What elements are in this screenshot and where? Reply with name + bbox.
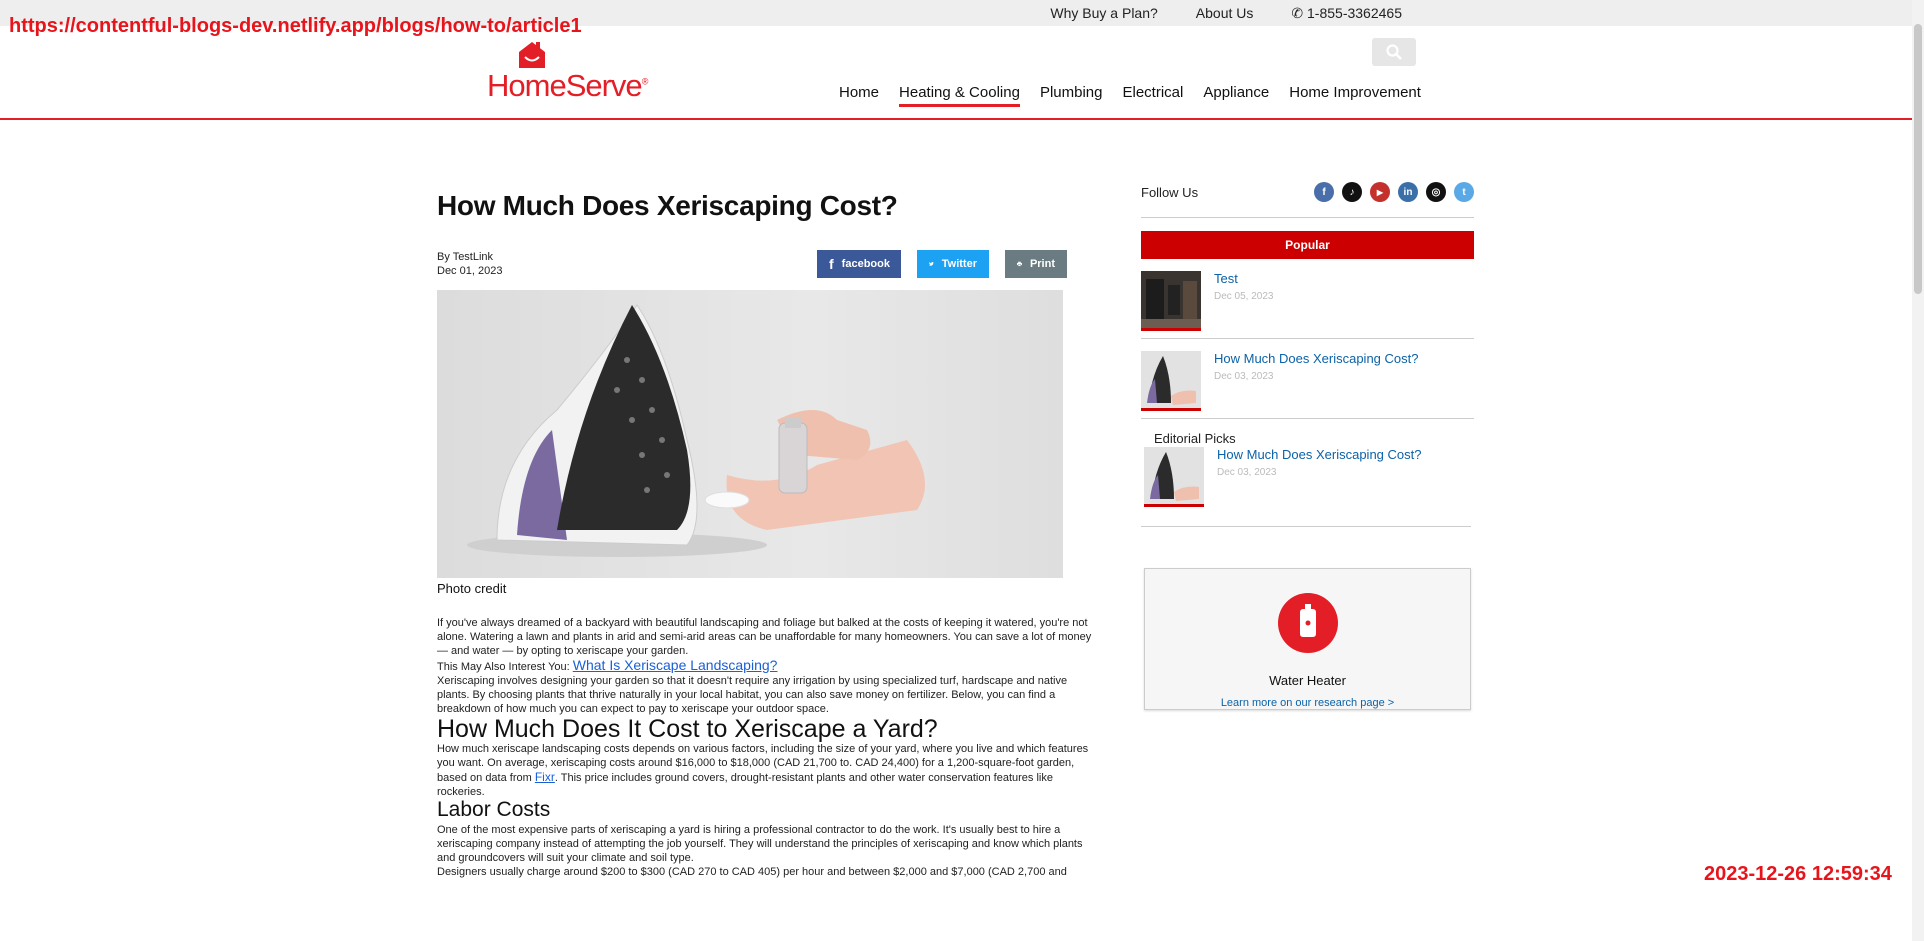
- editorial-item-date: Dec 03, 2023: [1217, 467, 1277, 478]
- popular-item-title[interactable]: Test: [1214, 271, 1238, 286]
- printer-icon: [1017, 261, 1022, 267]
- linkedin-icon[interactable]: in: [1398, 182, 1418, 202]
- page: https://contentful-blogs-dev.netlify.app…: [0, 0, 1924, 941]
- hero-image-steam-iron: [437, 290, 1063, 578]
- article-body: If you've always dreamed of a backyard w…: [437, 616, 1102, 879]
- nav-electrical[interactable]: Electrical: [1122, 84, 1183, 107]
- share-facebook-label: facebook: [841, 258, 890, 270]
- subsection-heading: Labor Costs: [437, 798, 551, 821]
- article-title: How Much Does Xeriscaping Cost?: [437, 190, 898, 221]
- editorial-item-title[interactable]: How Much Does Xeriscaping Cost?: [1217, 447, 1421, 462]
- sidebar: Follow Us f ♪ ▶ in ◎ t Popular Test Dec …: [1141, 180, 1474, 710]
- facebook-icon[interactable]: f: [1314, 182, 1334, 202]
- instagram-icon[interactable]: ◎: [1426, 182, 1446, 202]
- popular-item-title[interactable]: How Much Does Xeriscaping Cost?: [1214, 351, 1418, 366]
- editorial-picks: Editorial Picks How Much Does Xeriscapin…: [1141, 431, 1471, 527]
- popular-item[interactable]: Test Dec 05, 2023: [1141, 259, 1474, 339]
- paragraph: One of the most expensive parts of xeris…: [437, 824, 1083, 864]
- share-twitter-button[interactable]: Twitter: [917, 250, 989, 278]
- also-interest-prefix: This May Also Interest You:: [437, 661, 573, 673]
- popular-thumbnail-iron: [1141, 351, 1201, 411]
- homeserve-logo[interactable]: HomeServe®: [487, 40, 648, 103]
- byline: By TestLink Dec 01, 2023: [437, 250, 502, 278]
- photo-credit: Photo credit: [437, 581, 507, 596]
- phone-link[interactable]: ✆ 1-855-3362465: [1291, 5, 1402, 22]
- timestamp-overlay: 2023-12-26 12:59:34: [1704, 863, 1892, 885]
- popular-item-date: Dec 05, 2023: [1214, 291, 1274, 302]
- search-icon: [1386, 44, 1402, 60]
- about-us-link[interactable]: About Us: [1196, 5, 1254, 22]
- section-heading: How Much Does It Cost to Xeriscape a Yar…: [437, 715, 938, 743]
- divider: [1141, 217, 1474, 218]
- author: By TestLink: [437, 251, 494, 263]
- scrollbar[interactable]: [1912, 0, 1924, 941]
- why-buy-plan-link[interactable]: Why Buy a Plan?: [1050, 5, 1157, 22]
- article: How Much Does Xeriscaping Cost? By TestL…: [437, 190, 1102, 878]
- popular-thumbnail-kitchen: [1141, 271, 1201, 331]
- water-heater-card[interactable]: Water Heater Learn more on our research …: [1144, 568, 1471, 710]
- youtube-icon[interactable]: ▶: [1370, 182, 1390, 202]
- follow-us: Follow Us f ♪ ▶ in ◎ t: [1141, 180, 1474, 204]
- nav-heating-cooling[interactable]: Heating & Cooling: [899, 84, 1020, 107]
- paragraph: If you've always dreamed of a backyard w…: [437, 617, 1092, 657]
- tiktok-icon[interactable]: ♪: [1342, 182, 1362, 202]
- fixr-link[interactable]: Fixr: [535, 770, 555, 784]
- twitter-icon[interactable]: t: [1454, 182, 1474, 202]
- share-buttons: f facebook Twitter Print: [817, 250, 1067, 278]
- share-twitter-label: Twitter: [941, 258, 977, 270]
- popular-item[interactable]: How Much Does Xeriscaping Cost? Dec 03, …: [1141, 339, 1474, 419]
- phone-number: 1-855-3362465: [1307, 5, 1402, 21]
- share-facebook-button[interactable]: f facebook: [817, 250, 901, 278]
- twitter-icon: [929, 261, 934, 266]
- social-icons: f ♪ ▶ in ◎ t: [1314, 182, 1474, 202]
- also-interest: This May Also Interest You: What Is Xeri…: [437, 658, 1102, 674]
- scrollbar-thumb[interactable]: [1914, 24, 1922, 294]
- card-title: Water Heater: [1269, 673, 1346, 688]
- popular-header: Popular: [1141, 231, 1474, 259]
- popular-item-date: Dec 03, 2023: [1214, 371, 1274, 382]
- water-heater-icon: [1278, 593, 1338, 653]
- logo-wordmark: HomeServe®: [487, 68, 648, 103]
- search-button[interactable]: [1372, 38, 1416, 66]
- nav-appliance[interactable]: Appliance: [1203, 84, 1269, 107]
- editorial-picks-label: Editorial Picks: [1154, 431, 1236, 446]
- print-label: Print: [1029, 258, 1055, 270]
- paragraph: Designers usually charge around $200 to …: [437, 866, 1067, 878]
- follow-us-label: Follow Us: [1141, 184, 1199, 200]
- print-button[interactable]: Print: [1005, 250, 1067, 278]
- facebook-icon: f: [829, 256, 834, 272]
- house-logo-icon: [519, 42, 545, 68]
- url-overlay: https://contentful-blogs-dev.netlify.app…: [9, 15, 582, 37]
- nav-home[interactable]: Home: [839, 84, 879, 107]
- main-nav: Home Heating & Cooling Plumbing Electric…: [839, 84, 1421, 107]
- phone-icon: ✆: [1291, 5, 1308, 21]
- nav-home-improvement[interactable]: Home Improvement: [1289, 84, 1421, 107]
- paragraph: Xeriscaping involves designing your gard…: [437, 675, 1068, 715]
- also-interest-link[interactable]: What Is Xeriscape Landscaping?: [573, 657, 778, 673]
- site-header: HomeServe® Home Heating & Cooling Plumbi…: [0, 26, 1912, 120]
- editorial-thumbnail-iron[interactable]: [1144, 447, 1204, 507]
- research-page-link[interactable]: Learn more on our research page >: [1145, 697, 1470, 709]
- nav-plumbing[interactable]: Plumbing: [1040, 84, 1103, 107]
- publish-date: Dec 01, 2023: [437, 265, 503, 277]
- paragraph: How much xeriscape landscaping costs dep…: [437, 742, 1102, 799]
